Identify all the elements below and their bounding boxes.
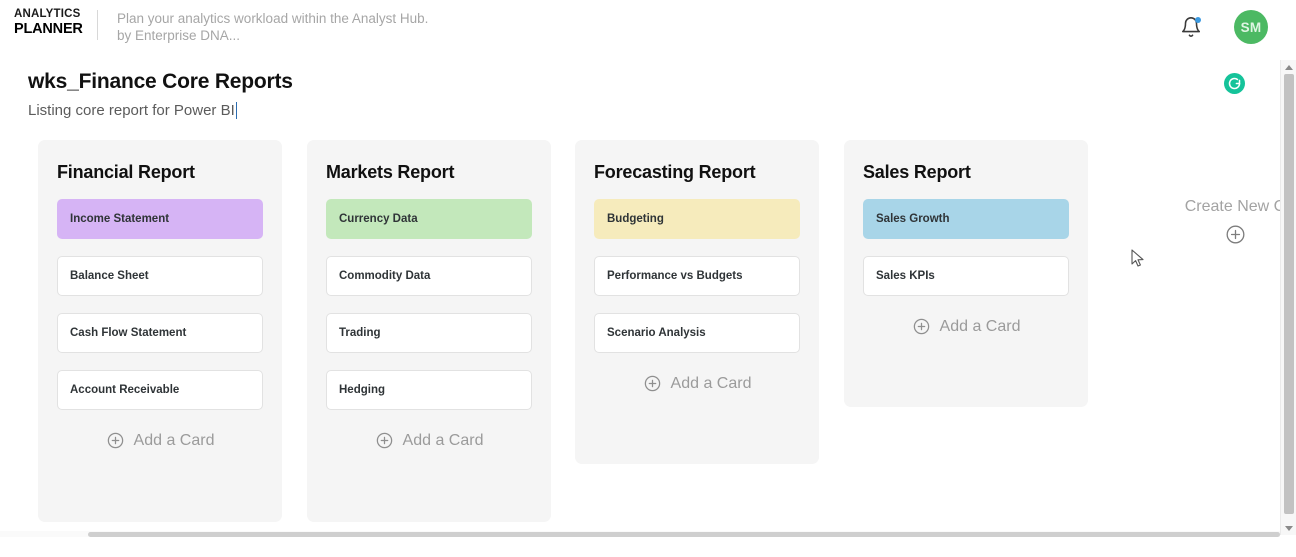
card-label: Hedging xyxy=(339,384,385,396)
column-title: Forecasting Report xyxy=(594,162,756,182)
board-card[interactable]: Scenario Analysis xyxy=(594,313,800,353)
board-card[interactable]: Hedging xyxy=(326,370,532,410)
card-label: Sales Growth xyxy=(876,213,950,225)
scroll-up-arrow[interactable] xyxy=(1281,60,1296,74)
board-column[interactable]: Financial Report Income Statement Balanc… xyxy=(38,140,282,522)
text-caret xyxy=(235,102,237,119)
card-label: Account Receivable xyxy=(70,384,180,396)
card-label: Scenario Analysis xyxy=(607,327,706,339)
board-card[interactable]: Account Receivable xyxy=(57,370,263,410)
card-label: Income Statement xyxy=(70,213,170,225)
card-label: Budgeting xyxy=(607,213,664,225)
board-card[interactable]: Commodity Data xyxy=(326,256,532,296)
card-label: Sales KPIs xyxy=(876,270,935,282)
column-cards: Sales Growth Sales KPIs Add a Card xyxy=(844,183,1088,336)
card-label: Balance Sheet xyxy=(70,270,149,282)
logo-line-analytics: ANALYTICS xyxy=(14,8,81,20)
board-card[interactable]: Balance Sheet xyxy=(57,256,263,296)
column-cards: Budgeting Performance vs Budgets Scenari… xyxy=(575,183,819,393)
card-label: Currency Data xyxy=(339,213,418,225)
board: Financial Report Income Statement Balanc… xyxy=(0,140,1285,532)
board-card[interactable]: Trading xyxy=(326,313,532,353)
plus-circle-icon xyxy=(107,432,123,449)
board-card[interactable]: Budgeting xyxy=(594,199,800,239)
plus-circle-icon xyxy=(913,318,929,335)
add-card-button[interactable]: Add a Card xyxy=(863,313,1069,336)
horizontal-scrollbar[interactable] xyxy=(0,531,1280,537)
create-new-column-plus[interactable] xyxy=(1155,224,1296,245)
board-column[interactable]: Markets Report Currency Data Commodity D… xyxy=(307,140,551,522)
notification-dot xyxy=(1195,17,1201,23)
plus-circle-icon xyxy=(1226,225,1244,244)
board-column[interactable]: Forecasting Report Budgeting Performance… xyxy=(575,140,819,464)
column-cards: Income Statement Balance Sheet Cash Flow… xyxy=(38,183,282,450)
board-card[interactable]: Performance vs Budgets xyxy=(594,256,800,296)
add-card-button[interactable]: Add a Card xyxy=(57,427,263,450)
create-new-column-button[interactable]: Create New C xyxy=(1155,198,1296,245)
column-title: Financial Report xyxy=(57,162,195,182)
app-tagline: Plan your analytics workload within the … xyxy=(117,11,429,43)
add-card-label: Add a Card xyxy=(670,374,752,392)
card-label: Trading xyxy=(339,327,381,339)
board-card[interactable]: Cash Flow Statement xyxy=(57,313,263,353)
top-bar: ANALYTICS PLANNER Plan your analytics wo… xyxy=(0,0,1296,52)
horizontal-scrollbar-thumb[interactable] xyxy=(88,532,1280,537)
board-card[interactable]: Currency Data xyxy=(326,199,532,239)
add-card-label: Add a Card xyxy=(402,431,484,449)
add-card-label: Add a Card xyxy=(939,317,1021,335)
analytics-planner-app: ANALYTICS PLANNER Plan your analytics wo… xyxy=(0,0,1296,557)
bell-icon[interactable] xyxy=(1180,16,1202,38)
board-column[interactable]: Sales Report Sales Growth Sales KPIs Add… xyxy=(844,140,1088,407)
create-new-column-label: Create New C xyxy=(1184,198,1286,215)
board-card[interactable]: Sales Growth xyxy=(863,199,1069,239)
column-title: Markets Report xyxy=(326,162,455,182)
column-title: Sales Report xyxy=(863,162,971,182)
scroll-down-arrow[interactable] xyxy=(1281,521,1296,535)
app-logo[interactable]: ANALYTICS PLANNER xyxy=(14,8,86,37)
column-cards: Currency Data Commodity Data Trading Hed… xyxy=(307,183,551,450)
avatar[interactable]: SM xyxy=(1234,10,1268,44)
vertical-scrollbar[interactable] xyxy=(1280,60,1296,535)
board-card[interactable]: Sales KPIs xyxy=(863,256,1069,296)
card-label: Commodity Data xyxy=(339,270,431,282)
add-card-button[interactable]: Add a Card xyxy=(594,370,800,393)
grammarly-icon[interactable] xyxy=(1224,73,1245,94)
logo-divider xyxy=(97,10,98,40)
card-label: Cash Flow Statement xyxy=(70,327,187,339)
plus-circle-icon xyxy=(376,432,392,449)
page-subtitle-text: Listing core report for Power BI xyxy=(28,102,235,119)
card-label: Performance vs Budgets xyxy=(607,270,743,282)
vertical-scrollbar-thumb[interactable] xyxy=(1284,74,1294,514)
add-card-label: Add a Card xyxy=(133,431,215,449)
logo-line-planner: PLANNER xyxy=(14,20,83,37)
page-subtitle[interactable]: Listing core report for Power BI xyxy=(28,102,237,119)
plus-circle-icon xyxy=(644,375,660,392)
page-title: wks_Finance Core Reports xyxy=(28,70,293,93)
add-card-button[interactable]: Add a Card xyxy=(326,427,532,450)
board-card[interactable]: Income Statement xyxy=(57,199,263,239)
